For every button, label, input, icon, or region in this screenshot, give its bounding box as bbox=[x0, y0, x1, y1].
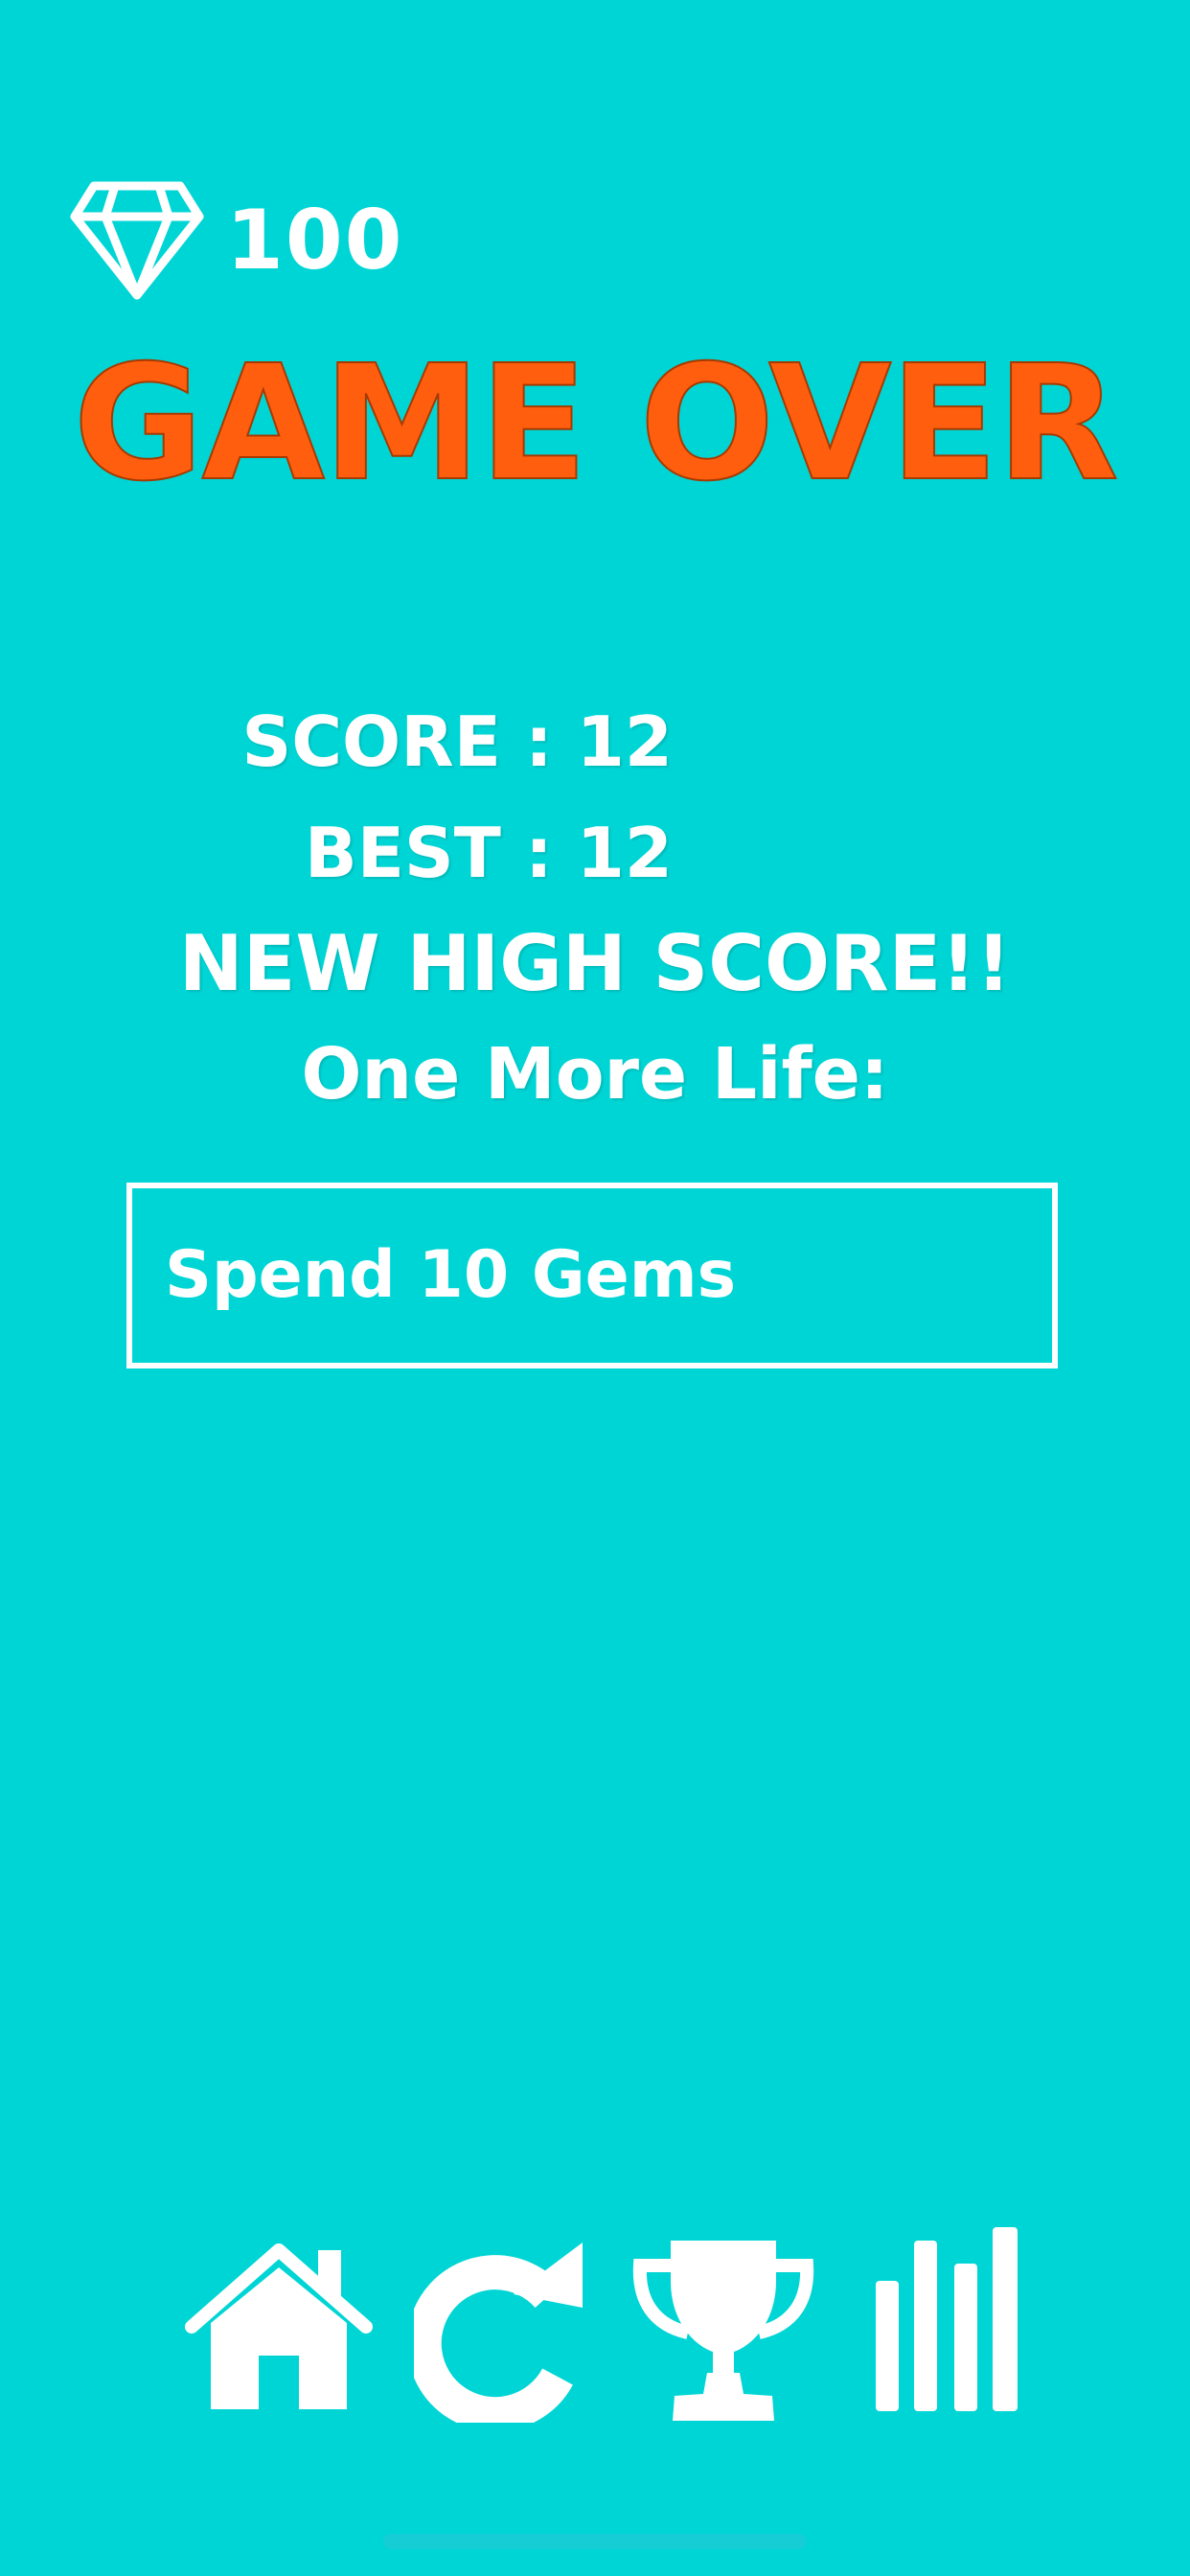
bar-chart-icon bbox=[876, 2227, 1018, 2411]
best-score-label: BEST : 12 bbox=[304, 813, 673, 893]
gem-count: 100 bbox=[226, 193, 404, 288]
home-indicator[interactable] bbox=[383, 2534, 807, 2549]
one-more-life-label: One More Life: bbox=[301, 1033, 889, 1116]
trophy-button[interactable] bbox=[629, 2233, 818, 2425]
home-icon bbox=[185, 2243, 373, 2409]
game-over-screen: 100 GAME OVER SCORE : 12 BEST : 12 NEW H… bbox=[0, 0, 1190, 2576]
diamond-icon bbox=[70, 181, 204, 300]
replay-button[interactable] bbox=[414, 2235, 588, 2423]
new-high-score-label: NEW HIGH SCORE!! bbox=[178, 919, 1012, 1008]
trophy-icon bbox=[632, 2241, 814, 2421]
replay-icon bbox=[414, 2242, 583, 2423]
game-over-title: GAME OVER bbox=[72, 332, 1119, 517]
stats-button[interactable] bbox=[872, 2223, 1025, 2415]
score-label: SCORE : 12 bbox=[241, 702, 673, 782]
home-button[interactable] bbox=[184, 2242, 374, 2415]
gem-counter: 100 bbox=[69, 178, 404, 303]
bottom-action-bar bbox=[0, 2223, 1190, 2434]
spend-gems-button-label: Spend 10 Gems bbox=[165, 1237, 737, 1313]
spend-gems-button[interactable]: Spend 10 Gems bbox=[126, 1183, 1058, 1368]
